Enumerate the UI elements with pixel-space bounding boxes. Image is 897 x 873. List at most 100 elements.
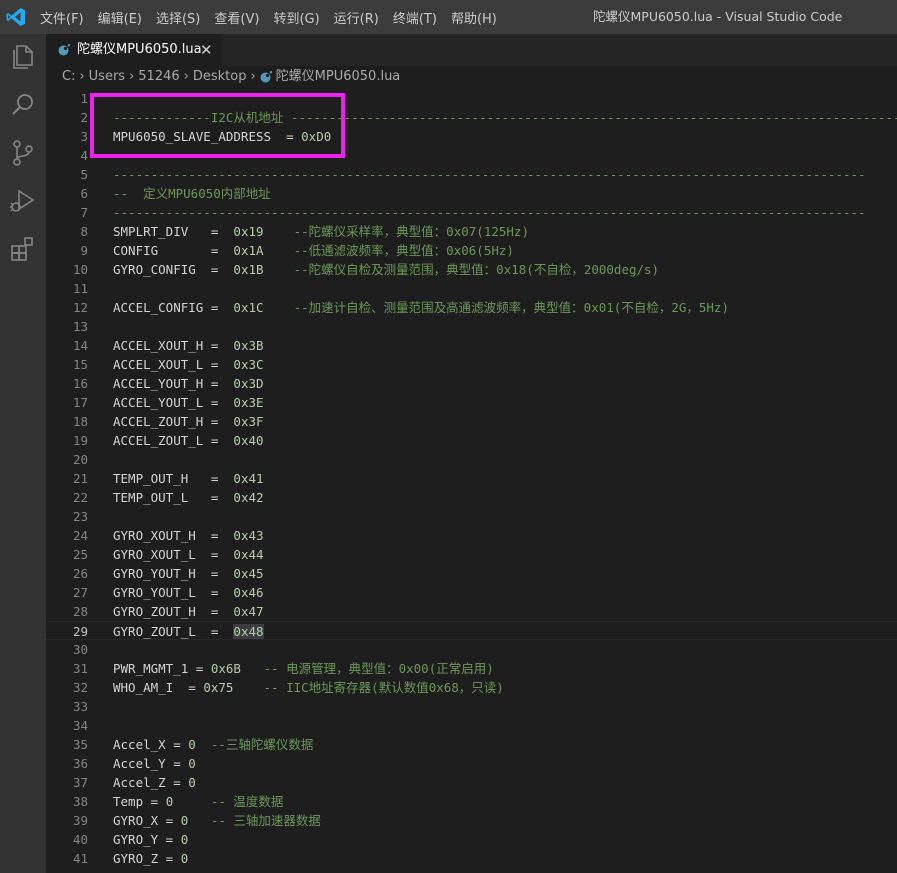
line-number: 22: [72, 490, 88, 505]
code-line[interactable]: 36 Accel_Y = 0: [46, 754, 897, 773]
menu-item-4[interactable]: 转到(G): [266, 8, 326, 27]
menu-item-3[interactable]: 查看(V): [207, 8, 266, 27]
code-line[interactable]: 33: [46, 697, 897, 716]
code-line[interactable]: 8 SMPLRT_DIV = 0x19 --陀螺仪采样率，典型值：0x07(125…: [46, 222, 897, 241]
code-line[interactable]: 16 ACCEL_YOUT_H = 0x3D: [46, 374, 897, 393]
breadcrumb-item[interactable]: 陀螺仪MPU6050.lua: [276, 66, 401, 88]
menu-item-1[interactable]: 编辑(E): [91, 8, 149, 27]
code-line[interactable]: 7 ---------------------------------------…: [46, 203, 897, 222]
code-line[interactable]: 6 -- 定义MPU6050内部地址: [46, 184, 897, 203]
code-line[interactable]: 27 GYRO_YOUT_L = 0x46: [46, 583, 897, 602]
line-number: 26: [72, 566, 88, 581]
code-line[interactable]: 18 ACCEL_ZOUT_H = 0x3F: [46, 412, 897, 431]
menu-item-2[interactable]: 选择(S): [149, 8, 207, 27]
code-line[interactable]: 38 Temp = 0 -- 温度数据: [46, 792, 897, 811]
code-line[interactable]: 39 GYRO_X = 0 -- 三轴加速器数据: [46, 811, 897, 830]
vscode-logo-icon: [6, 8, 25, 26]
code-line[interactable]: 31 PWR_MGMT_1 = 0x6B -- 电源管理，典型值：0x00(正常启…: [46, 659, 897, 678]
code-line[interactable]: 26 GYRO_YOUT_H = 0x45: [46, 564, 897, 583]
line-number: 31: [72, 661, 88, 676]
breadcrumb-separator-icon: ›: [250, 69, 256, 84]
code-line[interactable]: 19 ACCEL_ZOUT_L = 0x40: [46, 431, 897, 450]
code-text: TEMP_OUT_L = 0x42: [113, 490, 264, 505]
code-text: Accel_X = 0 --三轴陀螺仪数据: [113, 737, 314, 752]
breadcrumb-item[interactable]: C:: [62, 66, 75, 88]
line-number: 41: [72, 851, 88, 866]
code-text: ACCEL_XOUT_L = 0x3C: [113, 357, 264, 372]
tabs-bar: 陀螺仪MPU6050.lua ✕: [46, 34, 897, 66]
line-number: 24: [72, 528, 88, 543]
explorer-icon[interactable]: [8, 42, 38, 72]
line-number: 1: [80, 91, 88, 106]
breadcrumb-item[interactable]: Desktop: [193, 66, 247, 88]
line-number: 3: [80, 129, 88, 144]
code-line[interactable]: 41 GYRO_Z = 0: [46, 849, 897, 868]
highlight-annotation-box: [90, 93, 345, 158]
lua-file-icon: [58, 44, 70, 56]
code-line[interactable]: 12 ACCEL_CONFIG = 0x1C --加速计自检、测量范围及高通滤波频…: [46, 298, 897, 317]
activity-bar: [0, 34, 46, 873]
breadcrumb-item[interactable]: Users: [89, 66, 125, 88]
code-line[interactable]: 11: [46, 279, 897, 298]
code-line[interactable]: 30: [46, 640, 897, 659]
line-number: 32: [72, 680, 88, 695]
line-number: 20: [72, 452, 88, 467]
menu-bar: 文件(F) 编辑(E) 选择(S) 查看(V) 转到(G) 运行(R) 终端(T) 帮助(H): [33, 0, 504, 34]
code-line[interactable]: 20: [46, 450, 897, 469]
code-text: ACCEL_YOUT_H = 0x3D: [113, 376, 264, 391]
code-text: GYRO_YOUT_H = 0x45: [113, 566, 264, 581]
code-text: CONFIG = 0x1A --低通滤波频率，典型值：0x06(5Hz): [113, 243, 514, 258]
code-line[interactable]: 13: [46, 317, 897, 336]
menu-item-7[interactable]: 帮助(H): [444, 8, 504, 27]
code-line[interactable]: 24 GYRO_XOUT_H = 0x43: [46, 526, 897, 545]
code-text: GYRO_Y = 0: [113, 832, 189, 847]
line-number: 34: [72, 718, 88, 733]
line-number: 2: [80, 110, 88, 125]
code-line[interactable]: 37 Accel_Z = 0: [46, 773, 897, 792]
line-number: 4: [80, 148, 88, 163]
line-number: 39: [72, 813, 88, 828]
code-line[interactable]: 34: [46, 716, 897, 735]
line-number: 38: [72, 794, 88, 809]
tab-label: 陀螺仪MPU6050.lua: [77, 42, 202, 57]
lua-file-icon: [260, 71, 272, 83]
extensions-icon[interactable]: [8, 234, 38, 264]
line-number: 28: [72, 604, 88, 619]
line-number: 12: [72, 300, 88, 315]
code-text: SMPLRT_DIV = 0x19 --陀螺仪采样率，典型值：0x07(125H…: [113, 224, 529, 239]
code-line[interactable]: 40 GYRO_Y = 0: [46, 830, 897, 849]
breadcrumb-item[interactable]: 51246: [138, 66, 179, 88]
menu-item-5[interactable]: 运行(R): [327, 8, 386, 27]
code-line[interactable]: 32 WHO_AM_I = 0x75 -- IIC地址寄存器(默认数值0x68，只…: [46, 678, 897, 697]
search-icon[interactable]: [8, 90, 38, 120]
code-line[interactable]: 25 GYRO_XOUT_L = 0x44: [46, 545, 897, 564]
run-debug-icon[interactable]: [8, 186, 38, 216]
code-text: ACCEL_YOUT_L = 0x3E: [113, 395, 264, 410]
code-text: GYRO_YOUT_L = 0x46: [113, 585, 264, 600]
breadcrumb-separator-icon: ›: [183, 69, 189, 84]
tab-active-file[interactable]: 陀螺仪MPU6050.lua ✕: [46, 34, 222, 66]
breadcrumb: C: › Users › 51246 › Desktop › 陀螺仪MPU6050.lua: [46, 66, 897, 88]
code-line[interactable]: 17 ACCEL_YOUT_L = 0x3E: [46, 393, 897, 412]
code-line[interactable]: 35 Accel_X = 0 --三轴陀螺仪数据: [46, 735, 897, 754]
code-text: GYRO_CONFIG = 0x1B --陀螺仪自检及测量范围，典型值：0x18…: [113, 262, 660, 277]
line-number: 35: [72, 737, 88, 752]
code-line[interactable]: 10 GYRO_CONFIG = 0x1B --陀螺仪自检及测量范围，典型值：0x…: [46, 260, 897, 279]
code-line[interactable]: 5 ---------------------------------------…: [46, 165, 897, 184]
code-line[interactable]: 29 GYRO_ZOUT_L = 0x48: [46, 621, 897, 640]
code-line[interactable]: 21 TEMP_OUT_H = 0x41: [46, 469, 897, 488]
code-editor[interactable]: 1 2 -------------I2C从机地址 -----------------…: [46, 88, 897, 873]
code-line[interactable]: 28 GYRO_ZOUT_H = 0x47: [46, 602, 897, 621]
code-line[interactable]: 22 TEMP_OUT_L = 0x42: [46, 488, 897, 507]
line-number: 10: [72, 262, 88, 277]
code-line[interactable]: 9 CONFIG = 0x1A --低通滤波频率，典型值：0x06(5Hz): [46, 241, 897, 260]
code-line[interactable]: 23: [46, 507, 897, 526]
menu-item-6[interactable]: 终端(T): [386, 8, 444, 27]
source-control-icon[interactable]: [8, 138, 38, 168]
close-tab-icon[interactable]: ✕: [200, 34, 213, 66]
code-line[interactable]: 15 ACCEL_XOUT_L = 0x3C: [46, 355, 897, 374]
menu-item-0[interactable]: 文件(F): [33, 8, 91, 27]
code-line[interactable]: 14 ACCEL_XOUT_H = 0x3B: [46, 336, 897, 355]
line-number: 16: [72, 376, 88, 391]
code-text: Temp = 0 -- 温度数据: [113, 794, 284, 809]
